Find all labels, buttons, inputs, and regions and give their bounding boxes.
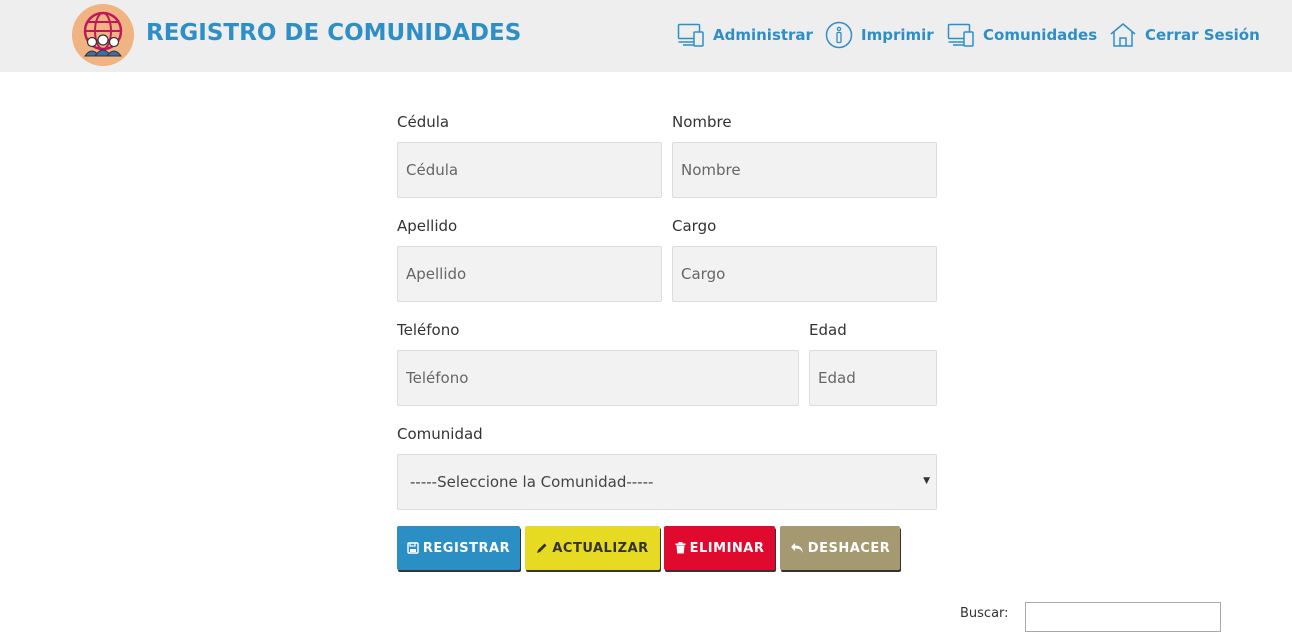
nav-imprimir[interactable]: Imprimir [825, 21, 934, 49]
eliminar-button[interactable]: ELIMINAR [664, 526, 775, 570]
info-icon [825, 21, 853, 49]
comunidad-selected-value: -----Seleccione la Comunidad----- [410, 473, 654, 491]
nav-cerrar-sesion-label: Cerrar Sesión [1145, 26, 1260, 44]
cargo-field[interactable] [672, 246, 937, 302]
nombre-label: Nombre [672, 113, 732, 131]
deshacer-button[interactable]: DESHACER [780, 526, 900, 570]
telefono-field[interactable] [397, 350, 799, 406]
registrar-button[interactable]: REGISTRAR [397, 526, 520, 570]
edad-label: Edad [809, 321, 847, 339]
pencil-icon [537, 543, 547, 553]
nav-cerrar-sesion[interactable]: Cerrar Sesión [1109, 21, 1260, 49]
nombre-field[interactable] [672, 142, 937, 198]
app-title: REGISTRO DE COMUNIDADES [146, 20, 522, 46]
dropdown-arrow-icon: ▼ [923, 476, 930, 486]
registrar-label: REGISTRAR [422, 540, 511, 556]
trash-icon [675, 542, 686, 554]
cargo-label: Cargo [672, 217, 717, 235]
actualizar-button[interactable]: ACTUALIZAR [525, 526, 660, 570]
save-icon [407, 542, 419, 554]
undo-icon [790, 543, 803, 553]
deshacer-label: DESHACER [807, 540, 891, 556]
cedula-field[interactable] [397, 142, 662, 198]
cedula-label: Cédula [397, 113, 450, 131]
actualizar-label: ACTUALIZAR [552, 540, 649, 556]
telefono-label: Teléfono [397, 321, 460, 339]
eliminar-label: ELIMINAR [689, 540, 765, 556]
search-input[interactable] [1025, 602, 1221, 632]
home-icon [1110, 23, 1136, 47]
apellido-label: Apellido [397, 217, 458, 235]
globe-people-icon [72, 4, 134, 66]
nav-comunidades-label: Comunidades [983, 26, 1098, 44]
nav-imprimir-label: Imprimir [861, 26, 934, 44]
edad-field[interactable] [809, 350, 937, 406]
apellido-field[interactable] [397, 246, 662, 302]
top-header: REGISTRO DE COMUNIDADES Administrar Impr… [0, 0, 1292, 72]
comunidad-label: Comunidad [397, 425, 483, 443]
devices-icon [947, 23, 974, 47]
nav-administrar-label: Administrar [713, 26, 813, 44]
nav-administrar[interactable]: Administrar [677, 21, 813, 49]
comunidad-select[interactable]: -----Seleccione la Comunidad----- ▼ [397, 454, 937, 510]
devices-icon [677, 23, 704, 47]
nav-comunidades[interactable]: Comunidades [947, 21, 1097, 49]
